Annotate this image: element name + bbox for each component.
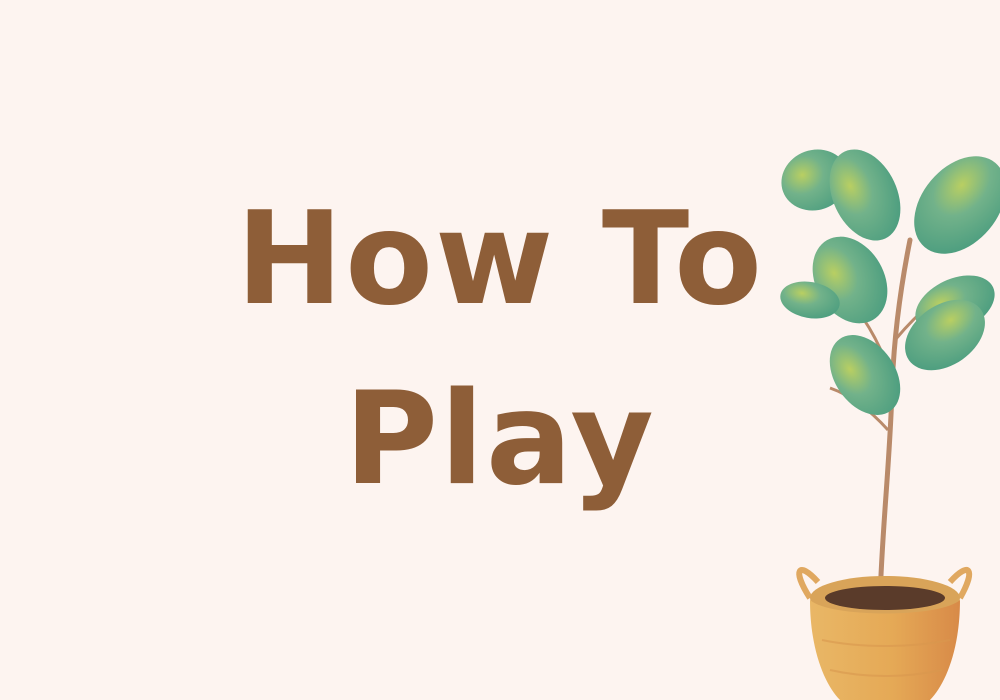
pot-body xyxy=(810,600,960,700)
leaf xyxy=(914,156,1000,254)
leaf xyxy=(829,335,901,415)
slide: How To Play xyxy=(0,0,1000,700)
pot-soil xyxy=(825,586,945,610)
potted-plant-icon xyxy=(780,149,1000,700)
leaf xyxy=(812,236,888,324)
